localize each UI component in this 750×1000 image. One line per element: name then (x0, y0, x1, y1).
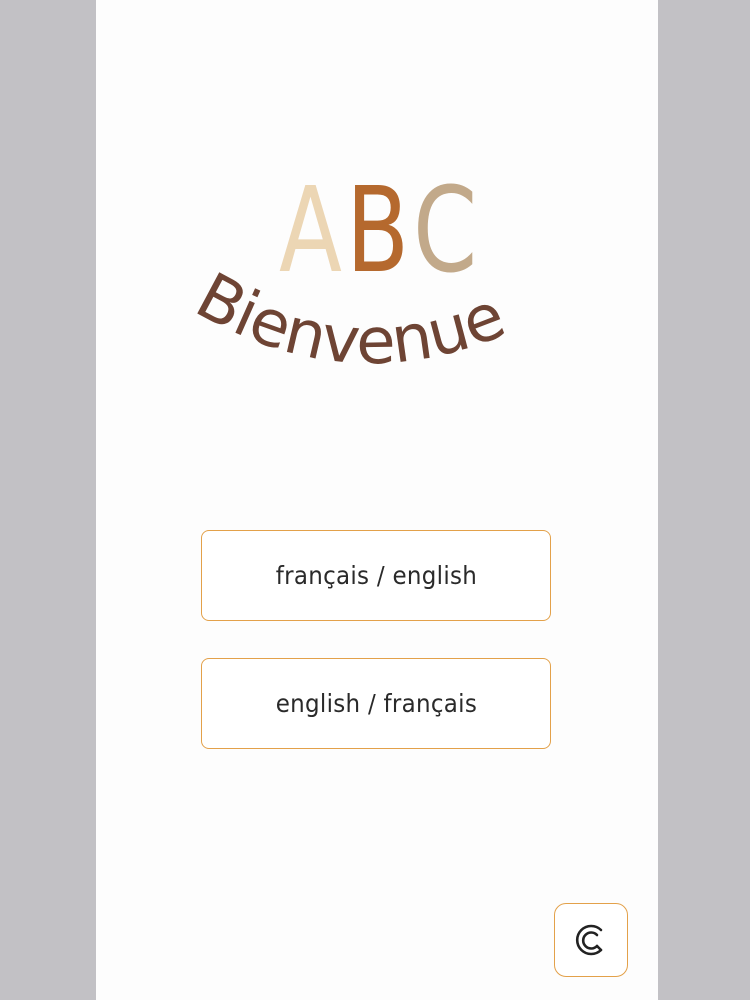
svg-text:Bienvenue: Bienvenue (184, 259, 514, 379)
credits-button[interactable] (554, 903, 628, 977)
french-english-label: français / english (275, 561, 477, 590)
welcome-text: Bienvenue (184, 259, 515, 379)
french-english-button[interactable]: français / english (201, 530, 551, 621)
english-french-label: english / français (275, 689, 477, 718)
copyright-c-icon (575, 924, 603, 956)
welcome-arc-title: Bienvenue (184, 259, 515, 379)
app-screen: ABC Bienvenue français / english english… (96, 0, 658, 1000)
english-french-button[interactable]: english / français (201, 658, 551, 749)
